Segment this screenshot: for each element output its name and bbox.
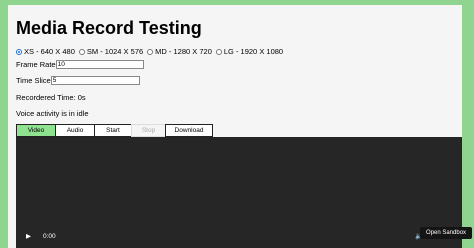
time-slice-row: Time Slice [16, 76, 140, 85]
start-button[interactable]: Start [94, 124, 132, 137]
radio-xs[interactable]: XS - 640 X 480 [16, 47, 75, 56]
current-time: 0:00 [43, 233, 56, 240]
audio-button[interactable]: Audio [55, 124, 95, 137]
resolution-radio-group: XS - 640 X 480 SM - 1024 X 576 MD - 1280… [16, 47, 287, 56]
video-controls: ▶ 0:00 🔈 ⋮ [16, 226, 462, 248]
video-button[interactable]: Video [16, 124, 56, 137]
frame-rate-row: Frame Rate [16, 60, 144, 69]
control-buttons: Video Audio Start Stop Download [16, 124, 213, 137]
video-player[interactable]: ▶ 0:00 🔈 ⋮ [16, 137, 462, 248]
radio-lg[interactable]: LG - 1920 X 1080 [215, 47, 284, 56]
time-slice-label: Time Slice [16, 76, 51, 85]
open-sandbox-button[interactable]: Open Sandbox [420, 227, 473, 239]
frame-rate-label: Frame Rate [16, 60, 56, 69]
download-button[interactable]: Download [165, 124, 213, 137]
radio-label: LG - 1920 X 1080 [223, 47, 284, 56]
radio-button-icon[interactable] [16, 48, 22, 55]
recorded-time-text: Recordered Time: 0s [16, 93, 86, 102]
radio-button-icon[interactable] [78, 48, 85, 55]
page: Media Record Testing XS - 640 X 480 SM -… [8, 5, 462, 248]
time-slice-input[interactable] [50, 76, 140, 85]
radio-sm[interactable]: SM - 1024 X 576 [78, 47, 144, 56]
radio-button-icon[interactable] [215, 48, 222, 55]
voice-activity-text: Voice activity is in idle [16, 109, 89, 118]
radio-md[interactable]: MD - 1280 X 720 [147, 47, 212, 56]
stop-button[interactable]: Stop [131, 124, 166, 137]
frame-rate-input[interactable] [55, 60, 144, 69]
page-title: Media Record Testing [16, 18, 202, 38]
radio-label: MD - 1280 X 720 [155, 47, 212, 56]
radio-label: SM - 1024 X 576 [86, 47, 144, 56]
radio-label: XS - 640 X 480 [24, 47, 75, 56]
radio-button-icon[interactable] [147, 48, 154, 55]
play-icon[interactable]: ▶ [26, 232, 31, 240]
